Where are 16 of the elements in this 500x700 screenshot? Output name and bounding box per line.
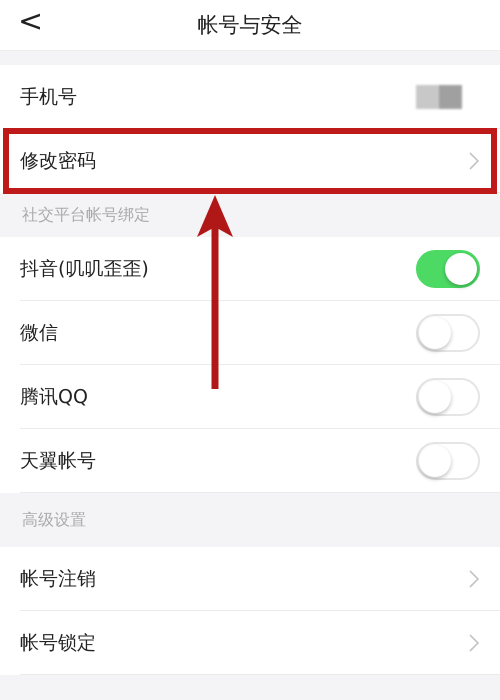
chevron-icon [468, 632, 480, 652]
setting-label: 手机号 [20, 84, 78, 110]
section-header: 高级设置 [21, 509, 87, 531]
setting-label: 微信 [20, 320, 59, 346]
chevron-icon [468, 568, 480, 588]
toggle-switch[interactable] [416, 250, 480, 288]
setting-label: 腾讯QQ [20, 384, 89, 410]
setting-label: 抖音(叽叽歪歪) [20, 256, 150, 282]
setting-label: 天翼帐号 [20, 448, 97, 474]
setting-label: 修改密码 [20, 148, 97, 174]
section-header: 社交平台帐号绑定 [21, 204, 151, 226]
setting-label: 帐号锁定 [20, 630, 97, 656]
back-button[interactable]: < [18, 4, 44, 40]
chevron-icon [468, 150, 480, 170]
setting-label: 帐号注销 [20, 566, 97, 592]
page-title: 帐号与安全 [198, 12, 302, 39]
